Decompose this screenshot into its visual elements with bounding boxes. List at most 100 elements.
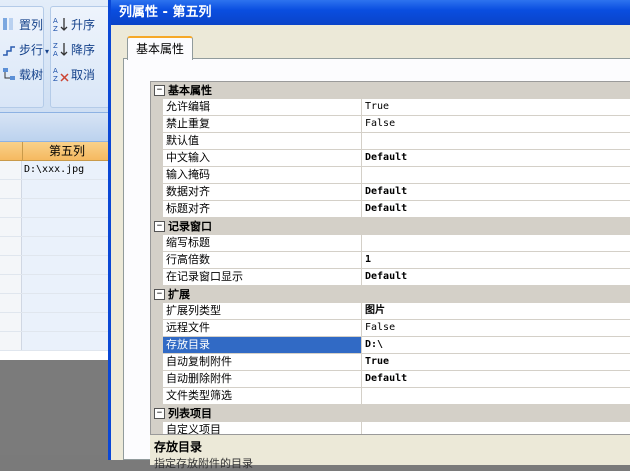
property-row[interactable]: 默认值 xyxy=(151,133,630,150)
row-header[interactable] xyxy=(0,275,22,293)
dialog-titlebar[interactable]: 列属性 - 第五列 xyxy=(111,0,630,25)
property-value[interactable]: 1 xyxy=(362,252,630,269)
table-cell[interactable] xyxy=(22,199,112,217)
property-value[interactable] xyxy=(362,235,630,252)
property-name[interactable]: 自动复制附件 xyxy=(163,354,362,371)
row-header[interactable] xyxy=(0,294,22,312)
property-row[interactable]: 行高倍数 1 xyxy=(151,252,630,269)
table-row[interactable] xyxy=(0,313,112,332)
property-name[interactable]: 自动删除附件 xyxy=(163,371,362,388)
property-value[interactable]: True xyxy=(362,99,630,116)
property-name[interactable]: 标题对齐 xyxy=(163,201,362,218)
category-row[interactable]: − 扩展 xyxy=(151,286,630,303)
property-value[interactable] xyxy=(362,133,630,150)
table-cell[interactable]: D:\xxx.jpg xyxy=(22,161,112,179)
collapse-icon[interactable]: − xyxy=(154,85,165,96)
data-grid[interactable]: 第五列 D:\xxx.jpg xyxy=(0,142,112,360)
property-value[interactable]: D:\... xyxy=(362,337,630,354)
property-name[interactable]: 数据对齐 xyxy=(163,184,362,201)
table-cell[interactable] xyxy=(22,237,112,255)
property-value[interactable] xyxy=(362,388,630,405)
property-row[interactable]: 文件类型筛选 xyxy=(151,388,630,405)
property-row[interactable]: 数据对齐 Default xyxy=(151,184,630,201)
grid-column-header-5[interactable]: 第五列 xyxy=(22,142,111,160)
row-header[interactable] xyxy=(0,218,22,236)
property-name[interactable]: 输入掩码 xyxy=(163,167,362,184)
property-row[interactable]: 标题对齐 Default xyxy=(151,201,630,218)
table-row[interactable] xyxy=(0,218,112,237)
ribbon-sort-1-button[interactable]: Z A 降序 xyxy=(53,40,95,60)
property-row[interactable]: 扩展列类型 图片 xyxy=(151,303,630,320)
property-row[interactable]: 输入掩码 xyxy=(151,167,630,184)
property-name[interactable]: 缩写标题 xyxy=(163,235,362,252)
property-row[interactable]: 缩写标题 xyxy=(151,235,630,252)
property-name[interactable]: 文件类型筛选 xyxy=(163,388,362,405)
table-row[interactable] xyxy=(0,256,112,275)
property-value[interactable]: True xyxy=(362,354,630,371)
tab-basic-properties[interactable]: 基本属性 xyxy=(127,36,194,60)
property-value[interactable]: Default xyxy=(362,371,630,388)
property-name[interactable]: 中文输入 xyxy=(163,150,362,167)
table-row[interactable] xyxy=(0,180,112,199)
category-row[interactable]: − 列表项目 xyxy=(151,405,630,422)
property-row[interactable]: 存放目录D:\... xyxy=(151,337,630,354)
ribbon-sort-2-button[interactable]: A Z 取消 xyxy=(53,65,95,85)
property-name[interactable]: 扩展列类型 xyxy=(163,303,362,320)
property-value[interactable]: False xyxy=(362,116,630,133)
property-grid[interactable]: − 基本属性 允许编辑 True 禁止重复 False 默认值 中文输入 Default 输入掩码… xyxy=(150,81,630,462)
property-row[interactable]: 在记录窗口显示 Default xyxy=(151,269,630,286)
property-value[interactable]: Default xyxy=(362,201,630,218)
row-gutter xyxy=(151,252,163,269)
row-gutter xyxy=(151,269,163,286)
property-value[interactable]: Default xyxy=(362,150,630,167)
ribbon-layout-2-button[interactable]: 载树 xyxy=(1,65,43,85)
property-name[interactable]: 在记录窗口显示 xyxy=(163,269,362,286)
property-name[interactable]: 禁止重复 xyxy=(163,116,362,133)
category-row[interactable]: − 基本属性 xyxy=(151,82,630,99)
collapse-icon[interactable]: − xyxy=(154,408,165,419)
property-value[interactable]: False xyxy=(362,320,630,337)
table-row[interactable] xyxy=(0,199,112,218)
property-value[interactable]: Default xyxy=(362,184,630,201)
property-row[interactable]: 自动复制附件 True xyxy=(151,354,630,371)
property-name[interactable]: 默认值 xyxy=(163,133,362,150)
property-value[interactable] xyxy=(362,167,630,184)
table-cell[interactable] xyxy=(22,180,112,198)
property-value[interactable]: Default xyxy=(362,269,630,286)
property-row[interactable]: 禁止重复 False xyxy=(151,116,630,133)
collapse-icon[interactable]: − xyxy=(154,221,165,232)
category-row[interactable]: − 记录窗口 xyxy=(151,218,630,235)
table-row[interactable]: D:\xxx.jpg xyxy=(0,161,112,180)
row-header[interactable] xyxy=(0,161,22,179)
table-cell[interactable] xyxy=(22,275,112,293)
property-name[interactable]: 远程文件 xyxy=(163,320,362,337)
property-row[interactable]: 远程文件 False xyxy=(151,320,630,337)
row-header[interactable] xyxy=(0,237,22,255)
table-cell[interactable] xyxy=(22,332,112,350)
table-cell[interactable] xyxy=(22,313,112,331)
property-row[interactable]: 允许编辑 True xyxy=(151,99,630,116)
table-row[interactable] xyxy=(0,294,112,313)
property-value[interactable]: 图片 xyxy=(362,303,630,320)
ribbon-layout-0-button[interactable]: 置列 xyxy=(1,15,43,35)
property-row[interactable]: 中文输入 Default xyxy=(151,150,630,167)
property-name[interactable]: 行高倍数 xyxy=(163,252,362,269)
ribbon-layout-1-button[interactable]: 步行 ▾ xyxy=(1,40,49,60)
table-row[interactable] xyxy=(0,332,112,351)
ribbon-sort-0-button[interactable]: A Z 升序 xyxy=(53,15,95,35)
row-header[interactable] xyxy=(0,332,22,350)
table-cell[interactable] xyxy=(22,218,112,236)
table-row[interactable] xyxy=(0,237,112,256)
collapse-icon[interactable]: − xyxy=(154,289,165,300)
property-name[interactable]: 存放目录 xyxy=(163,337,362,354)
table-row[interactable] xyxy=(0,275,112,294)
table-cell[interactable] xyxy=(22,294,112,312)
row-header[interactable] xyxy=(0,313,22,331)
row-header[interactable] xyxy=(0,256,22,274)
table-cell[interactable] xyxy=(22,256,112,274)
property-name[interactable]: 允许编辑 xyxy=(163,99,362,116)
property-row[interactable]: 自动删除附件 Default xyxy=(151,371,630,388)
row-header[interactable] xyxy=(0,180,22,198)
property-value-text: Default xyxy=(365,373,408,384)
row-header[interactable] xyxy=(0,199,22,217)
